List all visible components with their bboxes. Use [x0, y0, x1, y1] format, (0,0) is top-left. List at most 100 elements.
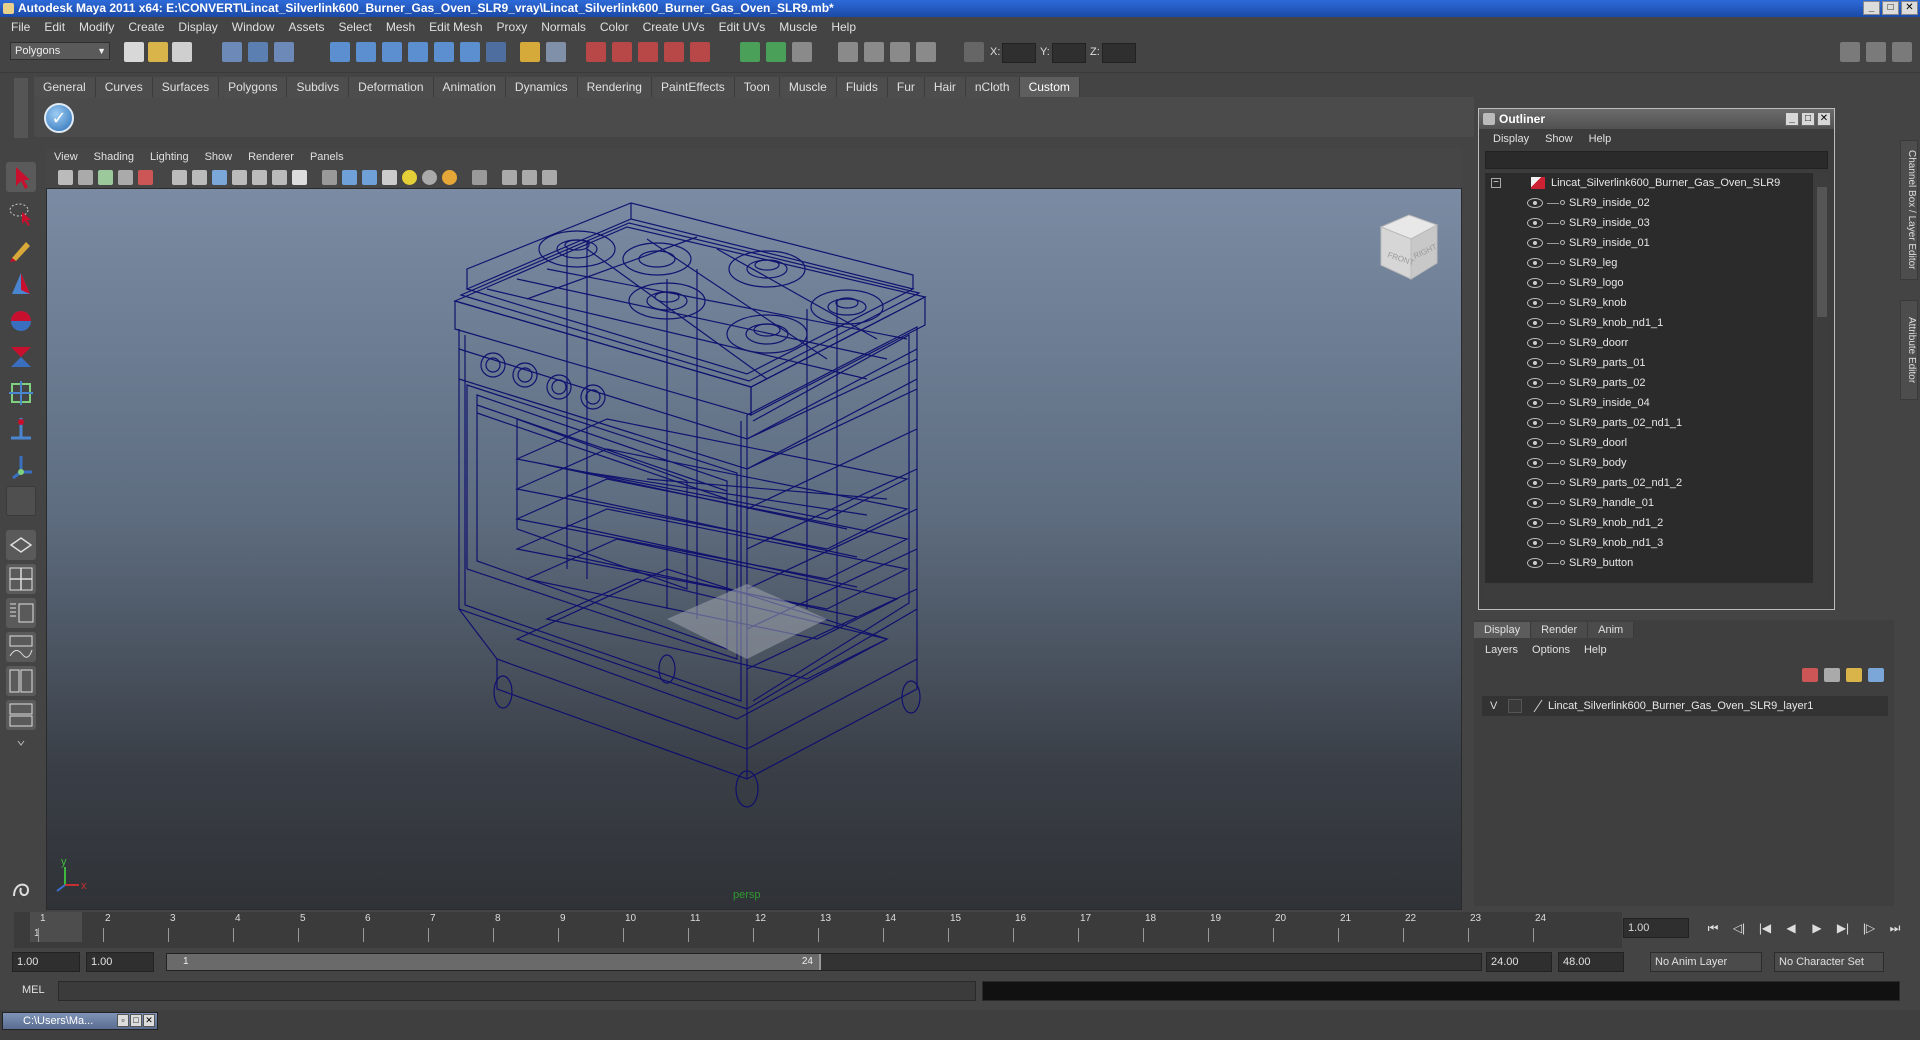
outliner-item[interactable]: SLR9_knob_nd1_2 [1485, 513, 1813, 533]
menu-set-selector[interactable]: Polygons ▼ [10, 42, 110, 60]
menu-color[interactable]: Color [593, 20, 636, 34]
step-back-key-button[interactable]: ◁| [1730, 920, 1748, 936]
move-layer-up-icon[interactable] [1802, 668, 1818, 682]
channel-box-tab[interactable]: Channel Box / Layer Editor [1900, 140, 1918, 280]
outliner-horizontal-scrollbar[interactable] [1485, 585, 1829, 599]
universal-manipulator-icon[interactable] [6, 378, 36, 408]
outliner-item[interactable]: SLR9_leg [1485, 253, 1813, 273]
outliner-menu-help[interactable]: Help [1581, 133, 1620, 145]
go-to-start-button[interactable]: ⏮ [1704, 920, 1722, 936]
tab-surfaces[interactable]: Surfaces [152, 77, 220, 97]
menu-assets[interactable]: Assets [281, 20, 331, 34]
tab-curves[interactable]: Curves [95, 77, 153, 97]
attribute-editor-tab[interactable]: Attribute Editor [1900, 300, 1918, 400]
outliner-item[interactable]: SLR9_parts_01 [1485, 353, 1813, 373]
end-time-field[interactable]: 24.00 [1486, 952, 1552, 972]
menu-window[interactable]: Window [225, 20, 282, 34]
tab-dynamics[interactable]: Dynamics [505, 77, 578, 97]
outliner-item[interactable]: SLR9_knob_nd1_3 [1485, 533, 1813, 553]
outliner-icon[interactable] [890, 42, 910, 62]
history-icon[interactable] [486, 42, 506, 62]
tab-ncloth[interactable]: nCloth [965, 77, 1020, 97]
camera-attributes-icon[interactable] [78, 170, 93, 185]
y-field[interactable] [1052, 43, 1086, 63]
input-output-icon[interactable] [546, 42, 566, 62]
outliner-item[interactable]: SLR9_doorl [1485, 433, 1813, 453]
soft-mod-icon[interactable] [6, 414, 36, 444]
viewport-menu-show[interactable]: Show [197, 151, 241, 163]
menu-create[interactable]: Create [121, 20, 171, 34]
script-editor-icon[interactable] [6, 872, 36, 902]
bookmark-icon[interactable] [98, 170, 113, 185]
mel-label[interactable]: MEL [22, 984, 45, 996]
outliner-item[interactable]: SLR9_inside_01 [1485, 233, 1813, 253]
menu-edit[interactable]: Edit [37, 20, 72, 34]
outliner-vertical-scrollbar[interactable] [1815, 173, 1829, 583]
attribute-panel-icon[interactable] [1866, 42, 1886, 62]
outliner-item[interactable]: SLR9_inside_02 [1485, 193, 1813, 213]
character-set-dropdown[interactable]: No Character Set [1774, 952, 1884, 972]
collapse-icon[interactable]: − [1491, 178, 1501, 188]
new-empty-layer-icon[interactable] [1846, 668, 1862, 682]
x-field[interactable] [1002, 43, 1036, 63]
menu-create-uvs[interactable]: Create UVs [636, 20, 712, 34]
shadows-icon[interactable] [442, 170, 457, 185]
lock-icon[interactable] [520, 42, 540, 62]
snap-grid-icon[interactable] [330, 42, 350, 62]
outliner-item[interactable]: SLR9_doorr [1485, 333, 1813, 353]
display-layer-row[interactable]: V Lincat_Silverlink600_Burner_Gas_Oven_S… [1482, 696, 1888, 716]
snap-view-icon[interactable] [460, 42, 480, 62]
last-tool-icon[interactable] [6, 486, 36, 516]
viewport-menu-renderer[interactable]: Renderer [240, 151, 302, 163]
layer-menu-help[interactable]: Help [1577, 644, 1614, 656]
outliner-item[interactable]: SLR9_inside_04 [1485, 393, 1813, 413]
menu-muscle[interactable]: Muscle [772, 20, 824, 34]
lasso-tool-icon[interactable] [6, 198, 36, 228]
menu-edit-uvs[interactable]: Edit UVs [712, 20, 773, 34]
perspective-viewport[interactable]: FRONT RIGHT y x persp [46, 188, 1462, 910]
render-icon[interactable] [586, 42, 606, 62]
tab-custom[interactable]: Custom [1019, 77, 1080, 97]
restore-button[interactable]: ▫ [117, 1014, 129, 1027]
camera-select-icon[interactable] [58, 170, 73, 185]
snap-point-icon[interactable] [382, 42, 402, 62]
step-forward-frame-button[interactable]: ▶| [1834, 920, 1852, 936]
transform-icon[interactable] [916, 42, 936, 62]
new-layer-from-selection-icon[interactable] [1868, 668, 1884, 682]
wireframe-on-shaded-icon[interactable] [362, 170, 377, 185]
tab-animation[interactable]: Animation [433, 77, 506, 97]
new-scene-icon[interactable] [124, 42, 144, 62]
layer-menu-options[interactable]: Options [1525, 644, 1577, 656]
menu-help[interactable]: Help [824, 20, 863, 34]
all-lights-icon[interactable] [422, 170, 437, 185]
play-forwards-button[interactable]: ▶ [1808, 920, 1826, 936]
menu-proxy[interactable]: Proxy [490, 20, 535, 34]
safe-action-icon[interactable] [252, 170, 267, 185]
maximize-button[interactable]: □ [1882, 1, 1899, 15]
snap-plane-icon[interactable] [408, 42, 428, 62]
current-time-field[interactable]: 1.00 [1623, 918, 1689, 938]
tab-painteffects[interactable]: PaintEffects [651, 77, 735, 97]
outliner-menu-display[interactable]: Display [1485, 133, 1537, 145]
paint-select-icon[interactable] [6, 234, 36, 264]
menu-select[interactable]: Select [331, 20, 378, 34]
save-scene-icon[interactable] [172, 42, 192, 62]
close-button[interactable]: ✕ [1901, 1, 1918, 15]
tab-toon[interactable]: Toon [734, 77, 780, 97]
view-cube[interactable]: FRONT RIGHT [1379, 214, 1439, 280]
scroll-thumb[interactable] [1817, 187, 1827, 317]
tab-fur[interactable]: Fur [887, 77, 925, 97]
gate-mask-icon[interactable] [212, 170, 227, 185]
resolution-gate-icon[interactable] [192, 170, 207, 185]
layer-menu-layers[interactable]: Layers [1478, 644, 1525, 656]
select-tool-icon[interactable] [6, 162, 36, 192]
menu-display[interactable]: Display [171, 20, 224, 34]
minimized-window[interactable]: C:\Users\Ma... ▫ □ ✕ [2, 1012, 158, 1030]
command-input[interactable] [58, 981, 976, 1001]
range-thumb[interactable]: 1 24 [167, 954, 821, 970]
graph-layout-icon[interactable] [6, 700, 36, 730]
film-gate-icon[interactable] [172, 170, 187, 185]
anim-start-field[interactable]: 1.00 [86, 952, 154, 972]
outliner-item[interactable]: SLR9_body [1485, 453, 1813, 473]
persp-outliner-layout-icon[interactable] [6, 598, 36, 628]
